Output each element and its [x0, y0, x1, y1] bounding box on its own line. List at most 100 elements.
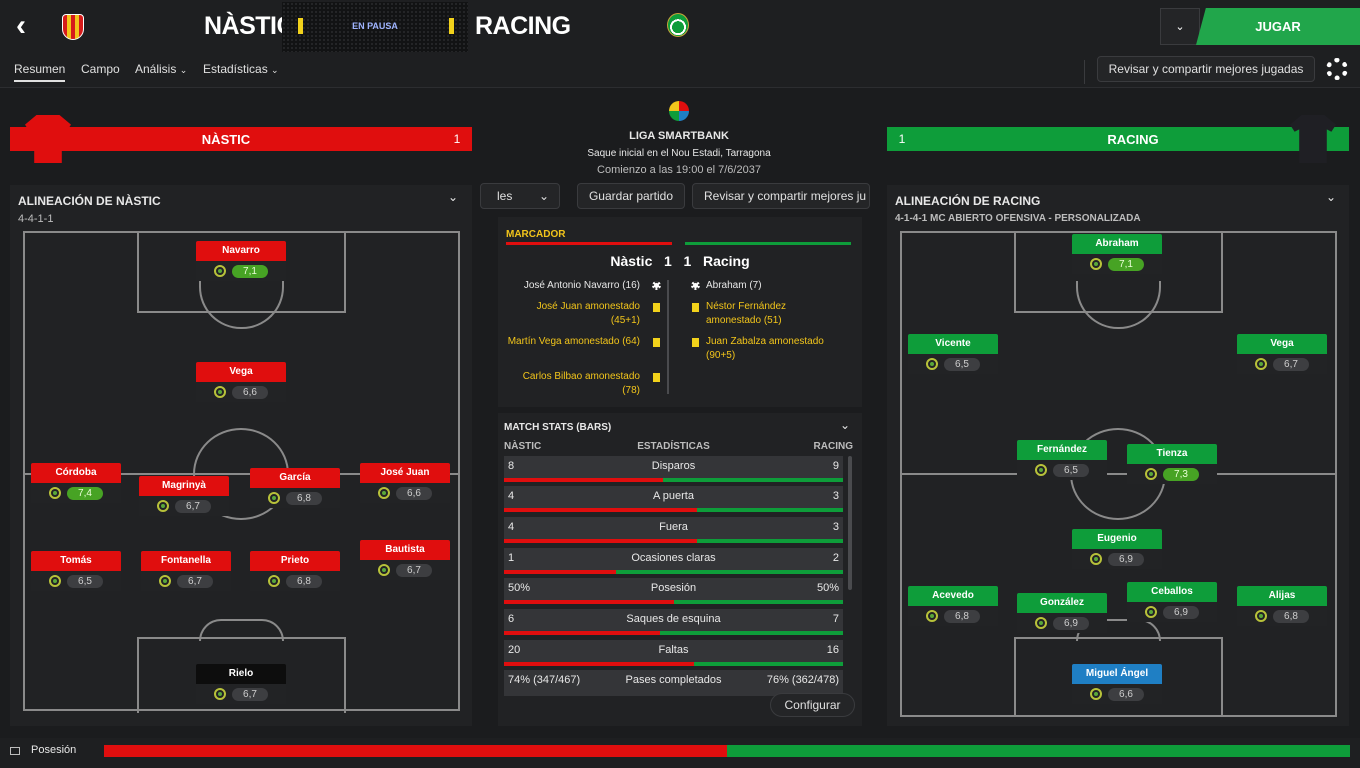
tab-resumen[interactable]: Resumen [14, 62, 66, 82]
player-rating: 6,9 [1163, 605, 1199, 619]
stat-bar-home [504, 478, 664, 482]
stat-away-value: 9 [832, 460, 839, 472]
tab-campo[interactable]: Campo [81, 62, 120, 82]
player-rating: 6,8 [1273, 609, 1309, 623]
settings-gear-icon[interactable] [1326, 58, 1348, 80]
player-card[interactable]: Córdoba 7,4 [31, 463, 121, 503]
player-card[interactable]: Abraham 7,1 [1072, 234, 1162, 274]
player-rating: 6,9 [1108, 552, 1144, 566]
partial-dropdown-button[interactable]: les ⌄ [480, 183, 560, 209]
match-status: EN PAUSA [352, 21, 398, 31]
chevron-down-icon[interactable]: ⌄ [448, 190, 458, 204]
player-card[interactable]: Eugenio 6,9 [1072, 529, 1162, 569]
player-card[interactable]: Ceballos 6,9 [1127, 582, 1217, 622]
player-icon [1145, 606, 1157, 618]
stat-row: 4 Fuera 3 [504, 517, 843, 543]
player-name: Eugenio [1072, 529, 1162, 549]
home-team-name: NÀSTIC [204, 12, 295, 40]
stat-away-value: 76% (362/478) [766, 674, 839, 686]
player-rating: 6,6 [396, 486, 432, 500]
player-card[interactable]: Acevedo 6,8 [908, 586, 998, 626]
player-name: Miguel Ángel [1072, 664, 1162, 684]
player-card[interactable]: José Juan 6,6 [360, 463, 450, 503]
player-name: José Juan [360, 463, 450, 483]
kickoff-venue: Saque inicial en el Nou Estadi, Tarragon… [587, 148, 771, 159]
stat-away-value: 16 [826, 644, 839, 656]
stat-away-value: 2 [832, 552, 839, 564]
player-icon [1255, 610, 1267, 622]
player-card[interactable]: González 6,9 [1017, 593, 1107, 633]
player-name: González [1017, 593, 1107, 613]
footer-possession-home [104, 745, 727, 757]
player-rating: 6,8 [286, 491, 322, 505]
player-name: Tienza [1127, 444, 1217, 464]
player-card[interactable]: Vicente 6,5 [908, 334, 998, 374]
player-card[interactable]: García 6,8 [250, 468, 340, 508]
play-options-dropdown[interactable]: ⌄ [1160, 8, 1200, 45]
stat-name: Fuera [659, 521, 688, 533]
away-formation: 4-1-4-1 MC ABIERTO OFENSIVA - PERSONALIZ… [895, 213, 1141, 224]
configure-button[interactable]: Configurar [770, 693, 855, 717]
player-name: Alijas [1237, 586, 1327, 606]
player-icon [214, 265, 226, 277]
back-arrow-icon[interactable]: ‹ [16, 11, 40, 42]
player-name: Fernández [1017, 440, 1107, 460]
player-icon [268, 492, 280, 504]
player-rating: 7,3 [1163, 467, 1199, 481]
share-highlights-button-2[interactable]: Revisar y compartir mejores ju [692, 183, 870, 209]
goal-ball-icon [652, 281, 661, 290]
yellow-card-icon [653, 303, 660, 312]
player-rating: 6,6 [232, 385, 268, 399]
tab-analisis[interactable]: Análisis ⌄ [135, 62, 187, 82]
player-card[interactable]: Alijas 6,8 [1237, 586, 1327, 626]
yellow-card-icon [692, 303, 699, 312]
player-card[interactable]: Prieto 6,8 [250, 551, 340, 591]
chevron-down-icon[interactable]: ⌄ [1326, 190, 1336, 204]
player-icon [49, 487, 61, 499]
player-card[interactable]: Magrinyà 6,7 [139, 476, 229, 516]
stat-row: 1 Ocasiones claras 2 [504, 548, 843, 574]
chevron-down-icon[interactable]: ⌄ [840, 418, 850, 432]
stat-bar [504, 600, 843, 604]
player-card[interactable]: Vega 6,7 [1237, 334, 1327, 374]
yellow-card-icon [692, 338, 699, 347]
player-icon [214, 386, 226, 398]
player-card[interactable]: Miguel Ángel 6,6 [1072, 664, 1162, 704]
competition-name: LIGA SMARTBANK [629, 130, 729, 142]
stat-name: Saques de esquina [626, 613, 721, 625]
player-card[interactable]: Rielo 6,7 [196, 664, 286, 704]
player-card[interactable]: Fontanella 6,7 [141, 551, 231, 591]
player-name: Acevedo [908, 586, 998, 606]
play-button[interactable]: JUGAR [1196, 8, 1360, 45]
player-name: Navarro [196, 241, 286, 261]
stat-name: A puerta [653, 490, 694, 502]
footer-possession-label: Posesión [31, 744, 77, 756]
tab-analisis-label: Análisis [135, 62, 177, 76]
chevron-down-icon: ⌄ [271, 65, 279, 75]
stat-bar [504, 631, 843, 635]
home-event: José Antonio Navarro (16) [523, 280, 640, 291]
stat-name: Disparos [651, 460, 696, 472]
player-card[interactable]: Tomás 6,5 [31, 551, 121, 591]
scoreline-away-score: 1 [683, 253, 692, 269]
player-card[interactable]: Fernández 6,5 [1017, 440, 1107, 480]
player-card[interactable]: Navarro 7,1 [196, 241, 286, 281]
competition-logo-icon [669, 101, 689, 121]
stats-scrollbar[interactable] [848, 456, 852, 590]
share-highlights-button[interactable]: Revisar y compartir mejores jugadas [1097, 56, 1315, 82]
stats-title: MATCH STATS (BARS) [504, 422, 612, 433]
player-card[interactable]: Vega 6,6 [196, 362, 286, 402]
scoreboard-title: MARCADOR [506, 229, 566, 240]
save-match-button[interactable]: Guardar partido [577, 183, 685, 209]
player-card[interactable]: Tienza 7,3 [1127, 444, 1217, 484]
player-icon [1255, 358, 1267, 370]
stats-mid-label: ESTADÍSTICAS [637, 441, 710, 452]
away-lineup-title: ALINEACIÓN DE RACING [895, 194, 1041, 208]
player-rating: 6,6 [1108, 687, 1144, 701]
stat-name: Faltas [658, 644, 689, 656]
scoreline-home: Nàstic [610, 253, 653, 269]
tab-estadisticas[interactable]: Estadísticas ⌄ [203, 62, 279, 82]
player-icon [378, 564, 390, 576]
player-card[interactable]: Bautista 6,7 [360, 540, 450, 580]
chevron-down-icon: ⌄ [538, 189, 549, 203]
